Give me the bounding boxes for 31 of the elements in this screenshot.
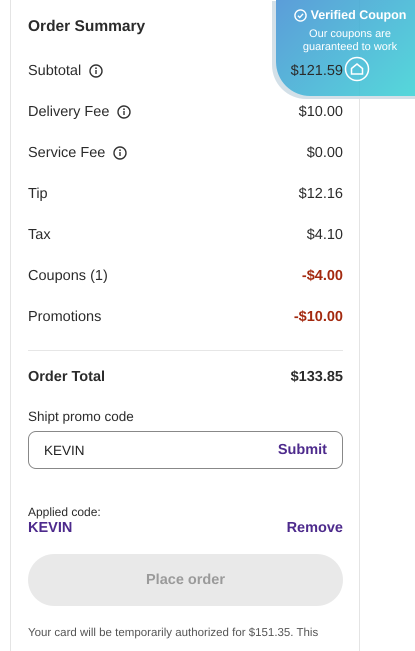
row-label: Delivery Fee xyxy=(28,104,110,120)
summary-title: Order Summary xyxy=(28,18,146,37)
info-icon[interactable] xyxy=(113,146,128,160)
row-value: $121.59 xyxy=(290,62,343,78)
authorization-note: Your card will be temporarily authorized for $151.35. This xyxy=(28,626,318,640)
applied-code: KEVIN xyxy=(28,520,72,536)
badge-title: Verified Coupon xyxy=(310,8,406,22)
row-value: -$4.00 xyxy=(302,268,343,284)
check-icon xyxy=(294,8,307,22)
badge-text: Our coupons are guaranteed to work xyxy=(302,28,398,54)
row-label: Service Fee xyxy=(28,144,106,160)
row-value: $12.16 xyxy=(298,186,343,202)
row-label: Tax xyxy=(28,226,51,242)
row-value: $4.10 xyxy=(306,226,343,242)
row-value: -$10.00 xyxy=(294,308,343,324)
house-icon xyxy=(344,56,370,82)
row-label: Subtotal xyxy=(28,62,82,78)
applied-label: Applied code: xyxy=(28,505,102,519)
row-label: Coupons (1) xyxy=(28,268,108,284)
info-icon[interactable] xyxy=(89,64,104,78)
promo-label: Shipt promo code xyxy=(28,409,135,424)
row-value: $10.00 xyxy=(298,104,343,120)
info-icon[interactable] xyxy=(117,104,132,118)
total-value: $133.85 xyxy=(290,369,343,385)
promo-field[interactable]: KEVIN Submit xyxy=(28,431,343,469)
row-label: Promotions xyxy=(28,308,102,324)
total-label: Order Total xyxy=(28,369,106,385)
row-value: $0.00 xyxy=(306,144,343,160)
remove-button[interactable]: Remove xyxy=(286,520,343,536)
submit-button[interactable]: Submit xyxy=(278,442,327,458)
row-label: Tip xyxy=(28,186,48,202)
